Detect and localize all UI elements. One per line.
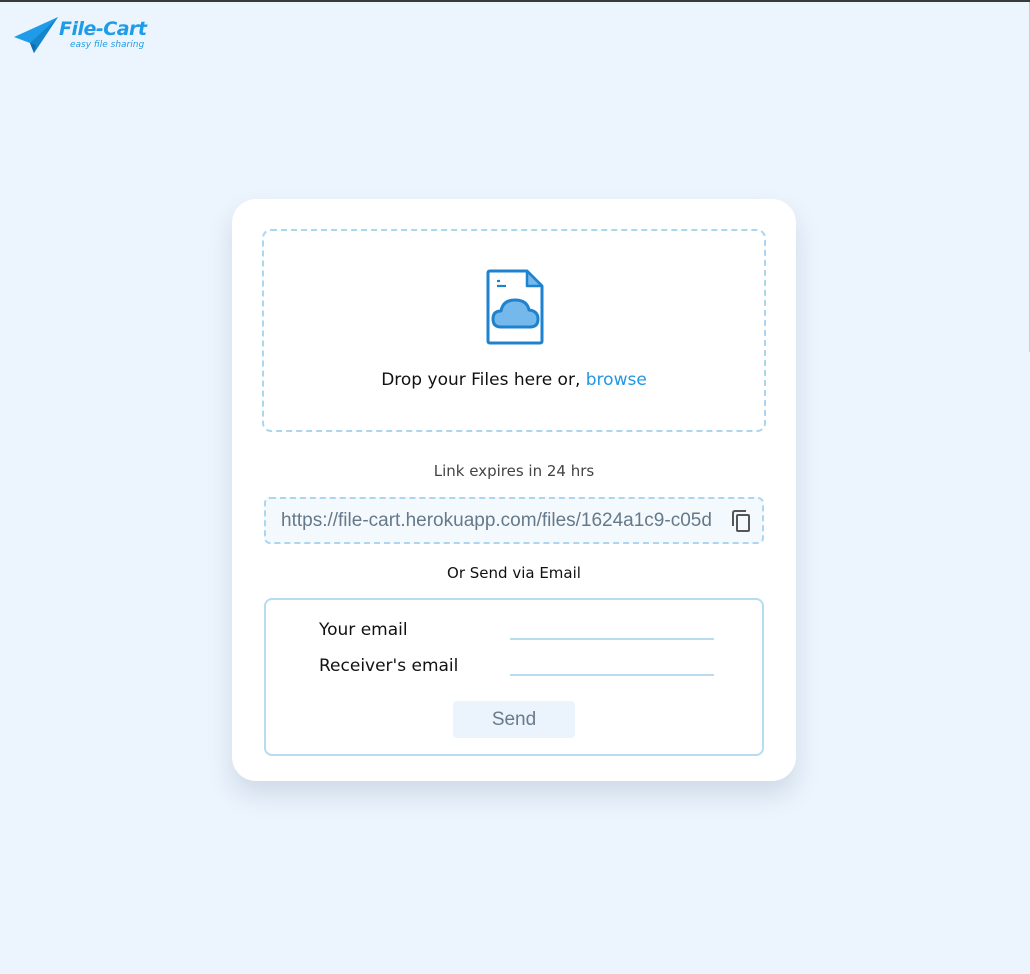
file-cloud-icon [486, 269, 544, 345]
sender-email-field[interactable] [510, 616, 714, 640]
copy-icon[interactable] [731, 509, 751, 533]
file-drop-zone[interactable]: Drop your Files here or, browse [262, 229, 766, 432]
send-button[interactable]: Send [453, 701, 575, 738]
email-form: Your email Receiver's email Send [264, 598, 764, 756]
paper-plane-icon [14, 17, 58, 53]
app-logo[interactable]: File-Cart easy file sharing [14, 16, 164, 56]
browse-link[interactable]: browse [586, 370, 647, 390]
brand-tagline: easy file sharing [70, 40, 145, 50]
drop-instructions: Drop your Files here or, browse [264, 370, 764, 390]
share-link-box [264, 497, 764, 544]
receiver-email-field[interactable] [510, 652, 714, 676]
share-link-input[interactable] [266, 499, 716, 542]
brand-name: File-Cart [59, 18, 147, 40]
email-section-heading: Or Send via Email [447, 564, 581, 582]
window-top-border [0, 0, 1030, 2]
drop-prompt-text: Drop your Files here or, [381, 370, 586, 390]
upload-card: Drop your Files here or, browse Link exp… [232, 199, 796, 781]
link-expiry-note: Link expires in 24 hrs [433, 462, 595, 480]
receiver-email-label: Receiver's email [319, 656, 459, 676]
sender-email-label: Your email [319, 620, 408, 640]
